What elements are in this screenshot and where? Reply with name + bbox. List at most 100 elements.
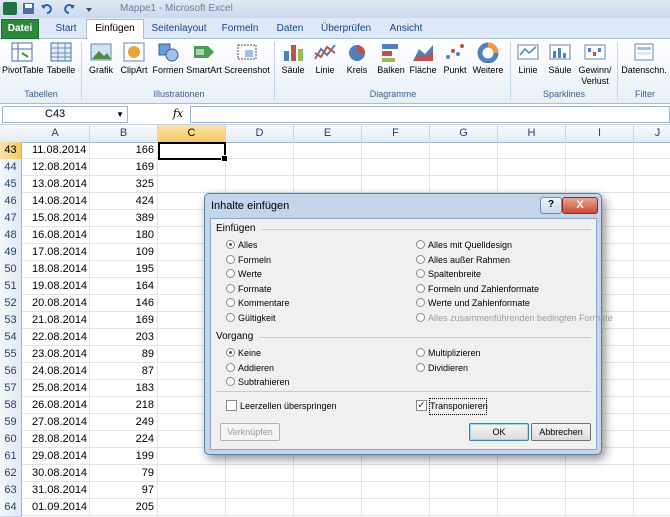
row-header[interactable]: 57 [0, 380, 22, 398]
cell-empty[interactable] [226, 159, 294, 176]
active-cell-selection[interactable] [158, 142, 228, 162]
cell-date[interactable]: 25.08.2014 [22, 380, 90, 397]
cell-empty[interactable] [158, 465, 226, 482]
cell-value[interactable]: 164 [90, 278, 158, 295]
cell-empty[interactable] [634, 278, 670, 295]
cell-empty[interactable] [634, 295, 670, 312]
balken-chart-button[interactable]: Balken [374, 41, 408, 87]
tab-ueberpruefen[interactable]: Überprüfen [316, 20, 376, 37]
cell-empty[interactable] [634, 346, 670, 363]
weitere-charts-button[interactable]: Weitere [470, 41, 506, 87]
cell-value[interactable]: 169 [90, 312, 158, 329]
radio-button[interactable] [416, 283, 425, 293]
cell-empty[interactable] [566, 482, 634, 499]
radio-button[interactable] [416, 240, 425, 249]
cell-empty[interactable] [158, 159, 226, 176]
cell-value[interactable]: 89 [90, 346, 158, 363]
tab-datei[interactable]: Datei [1, 19, 39, 39]
sparkline-linie-button[interactable]: Linie [514, 41, 542, 87]
cell-empty[interactable] [566, 465, 634, 482]
cell-date[interactable]: 28.08.2014 [22, 431, 90, 448]
excel-logo-icon[interactable] [3, 2, 17, 15]
radio-button[interactable] [416, 254, 425, 264]
cell-empty[interactable] [294, 465, 362, 482]
cell-date[interactable]: 24.08.2014 [22, 363, 90, 380]
cell-empty[interactable] [226, 142, 294, 159]
column-header-f[interactable]: F [362, 125, 430, 143]
cell-empty[interactable] [430, 142, 498, 159]
cell-value[interactable]: 195 [90, 261, 158, 278]
row-header[interactable]: 62 [0, 465, 22, 483]
name-box[interactable]: C43 ▼ [2, 106, 128, 123]
cell-value[interactable]: 180 [90, 227, 158, 244]
radio-button[interactable] [226, 298, 235, 307]
cell-empty[interactable] [362, 482, 430, 499]
cell-empty[interactable] [158, 482, 226, 499]
cell-value[interactable]: 325 [90, 176, 158, 193]
cell-empty[interactable] [634, 176, 670, 193]
row-header[interactable]: 49 [0, 244, 22, 262]
punkt-chart-button[interactable]: Punkt [440, 41, 470, 87]
cell-empty[interactable] [634, 380, 670, 397]
tab-einfuegen[interactable]: Einfügen [86, 19, 144, 40]
row-header[interactable]: 55 [0, 346, 22, 364]
cell-date[interactable]: 27.08.2014 [22, 414, 90, 431]
cell-date[interactable]: 30.08.2014 [22, 465, 90, 482]
cell-empty[interactable] [634, 363, 670, 380]
flaeche-chart-button[interactable]: Fläche [408, 41, 438, 87]
cell-value[interactable]: 169 [90, 159, 158, 176]
row-header[interactable]: 56 [0, 363, 22, 381]
row-header[interactable]: 59 [0, 414, 22, 432]
cell-value[interactable]: 183 [90, 380, 158, 397]
checkbox-box[interactable] [226, 400, 237, 411]
insert-function-button[interactable]: fx [168, 106, 188, 121]
saeule-chart-button[interactable]: Säule [278, 41, 308, 87]
cell-empty[interactable] [634, 312, 670, 329]
cell-date[interactable]: 26.08.2014 [22, 397, 90, 414]
cell-empty[interactable] [226, 482, 294, 499]
cell-value[interactable]: 203 [90, 329, 158, 346]
cell-empty[interactable] [498, 465, 566, 482]
radio-button[interactable] [416, 348, 425, 357]
cell-date[interactable]: 13.08.2014 [22, 176, 90, 193]
row-header[interactable]: 53 [0, 312, 22, 330]
cell-empty[interactable] [566, 159, 634, 176]
tab-daten[interactable]: Daten [270, 20, 310, 37]
cell-empty[interactable] [158, 499, 226, 516]
cell-empty[interactable] [634, 414, 670, 431]
cell-empty[interactable] [294, 159, 362, 176]
cell-value[interactable]: 205 [90, 499, 158, 516]
radio-button[interactable] [416, 312, 425, 322]
cell-date[interactable]: 18.08.2014 [22, 261, 90, 278]
row-header[interactable]: 63 [0, 482, 22, 500]
cell-empty[interactable] [362, 465, 430, 482]
row-header[interactable]: 61 [0, 448, 22, 466]
cell-value[interactable]: 109 [90, 244, 158, 261]
cell-date[interactable]: 14.08.2014 [22, 193, 90, 210]
tab-ansicht[interactable]: Ansicht [382, 20, 430, 37]
cell-empty[interactable] [498, 482, 566, 499]
cell-empty[interactable] [634, 227, 670, 244]
undo-icon[interactable] [40, 2, 54, 15]
formula-input[interactable] [190, 106, 670, 123]
cell-empty[interactable] [566, 176, 634, 193]
column-header-a[interactable]: A [21, 125, 90, 143]
cell-empty[interactable] [430, 482, 498, 499]
cell-date[interactable]: 29.08.2014 [22, 448, 90, 465]
cell-empty[interactable] [634, 329, 670, 346]
row-header[interactable]: 47 [0, 210, 22, 228]
chevron-down-icon[interactable]: ▼ [116, 107, 124, 122]
redo-icon[interactable] [62, 2, 76, 15]
row-header[interactable]: 50 [0, 261, 22, 279]
cell-empty[interactable] [430, 176, 498, 193]
cell-date[interactable]: 21.08.2014 [22, 312, 90, 329]
cell-empty[interactable] [498, 159, 566, 176]
row-header[interactable]: 44 [0, 159, 22, 177]
cell-value[interactable]: 424 [90, 193, 158, 210]
radio-button[interactable] [416, 298, 425, 307]
cell-value[interactable]: 218 [90, 397, 158, 414]
cell-empty[interactable] [294, 482, 362, 499]
datenschnitt-button[interactable]: Datenschn. [620, 41, 668, 87]
cell-empty[interactable] [158, 176, 226, 193]
cell-value[interactable]: 224 [90, 431, 158, 448]
